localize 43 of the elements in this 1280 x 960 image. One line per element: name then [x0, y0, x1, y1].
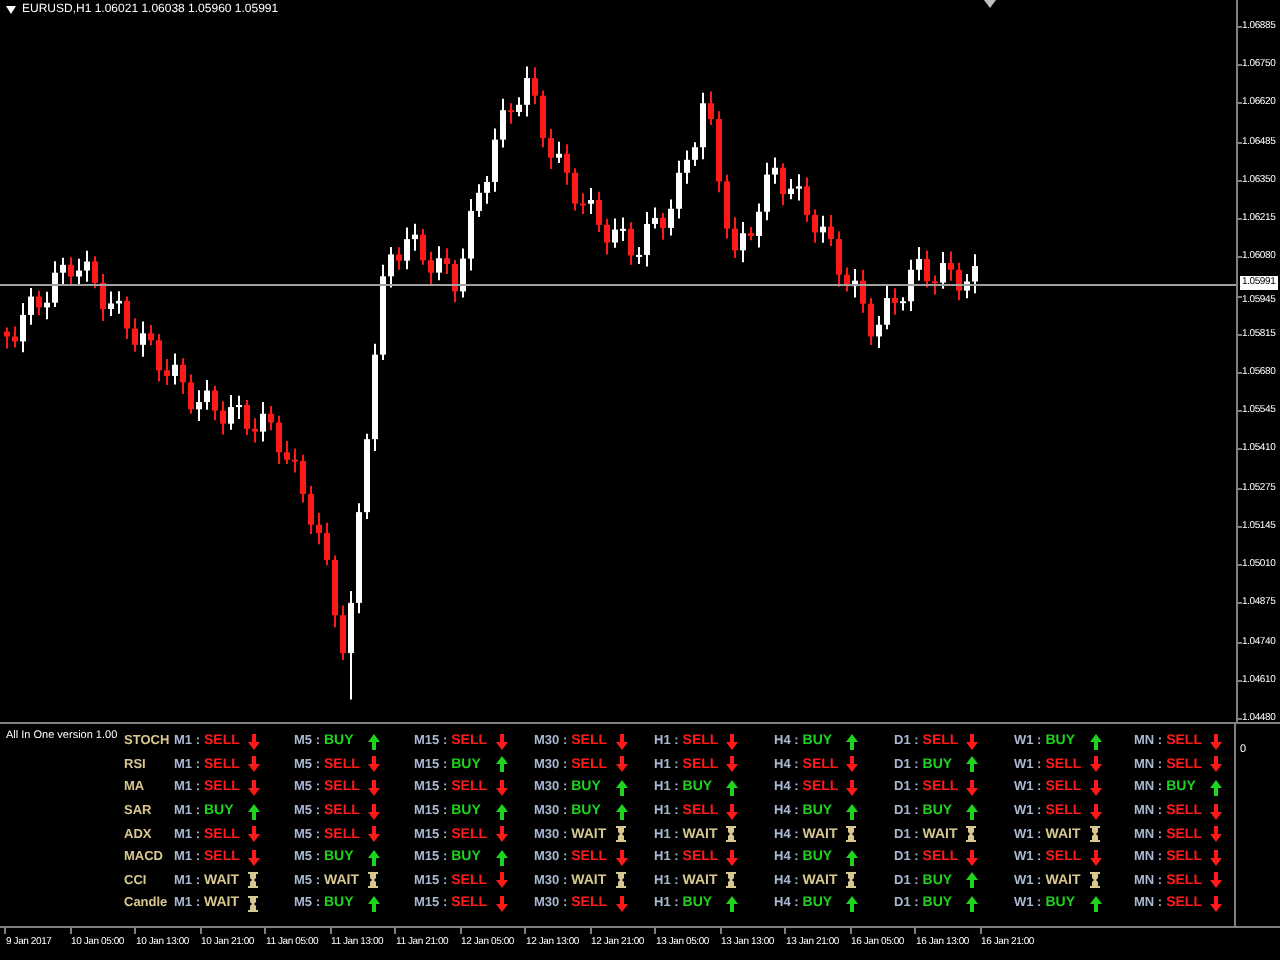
hourglass-icon	[615, 826, 626, 843]
down-arrow-icon	[966, 733, 979, 750]
up-arrow-icon	[846, 803, 859, 820]
up-arrow-icon	[368, 895, 380, 912]
hourglass-icon	[615, 872, 626, 889]
down-arrow-icon	[495, 779, 508, 796]
hourglass-icon	[846, 872, 857, 889]
shift-marker-icon	[984, 0, 996, 8]
up-arrow-icon	[495, 803, 508, 820]
hourglass-icon	[248, 895, 258, 912]
hourglass-icon	[1089, 826, 1100, 843]
down-arrow-icon	[615, 849, 628, 866]
up-arrow-icon	[846, 895, 859, 912]
up-arrow-icon	[368, 733, 380, 750]
hourglass-icon	[368, 872, 378, 889]
up-arrow-icon	[495, 756, 508, 773]
down-arrow-icon	[615, 895, 628, 912]
down-arrow-icon	[495, 733, 508, 750]
up-arrow-icon	[726, 779, 739, 796]
down-arrow-icon	[1089, 849, 1102, 866]
up-arrow-icon	[846, 733, 859, 750]
up-arrow-icon	[846, 849, 859, 866]
down-arrow-icon	[726, 849, 739, 866]
up-arrow-icon	[966, 756, 979, 773]
down-arrow-icon	[495, 826, 508, 843]
up-arrow-icon	[495, 849, 508, 866]
hourglass-icon	[846, 826, 857, 843]
up-arrow-icon	[966, 803, 979, 820]
down-arrow-icon	[966, 849, 979, 866]
up-arrow-icon	[248, 803, 260, 820]
dropdown-triangle-icon	[6, 6, 16, 14]
down-arrow-icon	[726, 803, 739, 820]
hourglass-icon	[1089, 872, 1100, 889]
up-arrow-icon	[726, 895, 739, 912]
hourglass-icon	[726, 872, 737, 889]
up-arrow-icon	[1089, 895, 1102, 912]
hourglass-icon	[248, 872, 258, 889]
down-arrow-icon	[966, 779, 979, 796]
hourglass-icon	[966, 826, 977, 843]
up-arrow-icon	[368, 849, 380, 866]
up-arrow-icon	[1210, 779, 1223, 796]
up-arrow-icon	[1089, 733, 1102, 750]
hourglass-icon	[726, 826, 737, 843]
